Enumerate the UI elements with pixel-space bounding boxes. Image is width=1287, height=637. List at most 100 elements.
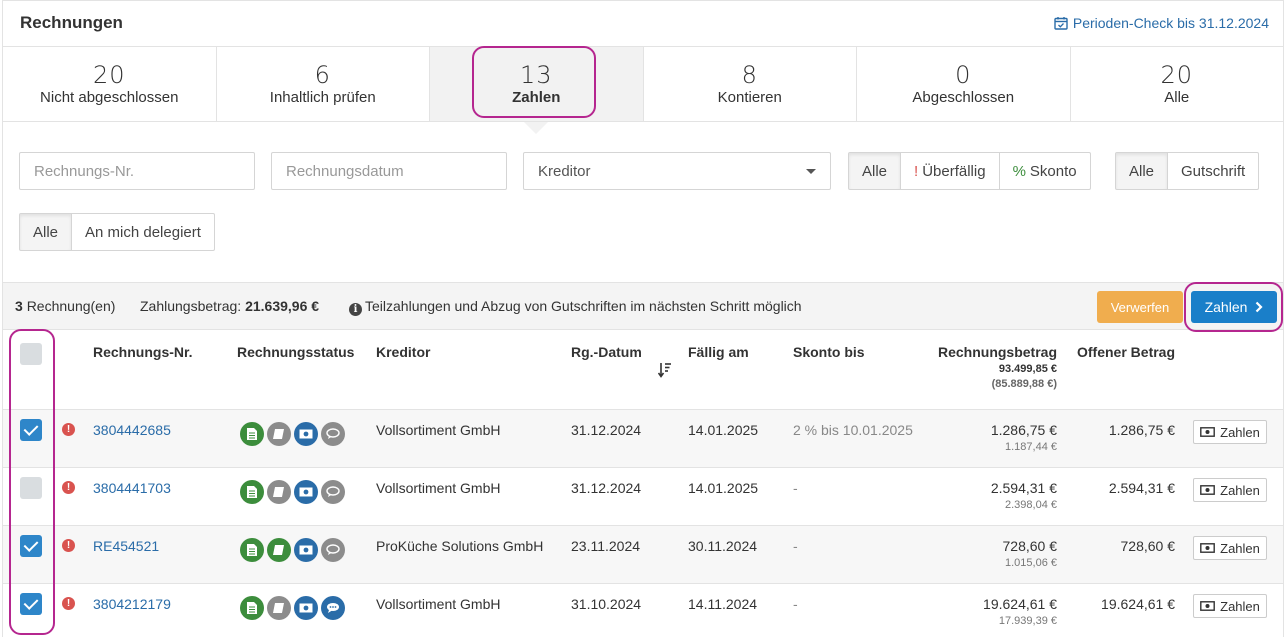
amount-total-sub: (85.889,88 €)	[991, 378, 1057, 390]
money-icon	[1200, 485, 1216, 495]
row-checkbox[interactable]	[20, 593, 42, 615]
open-amount: 1.286,75 €	[1108, 422, 1175, 438]
row-pay-button[interactable]: Zahlen	[1193, 420, 1267, 444]
document-icon[interactable]	[240, 480, 264, 504]
tab-alle[interactable]: 20 Alle	[1071, 47, 1284, 121]
row-checkbox[interactable]	[20, 535, 42, 557]
invoice-date: 31.12.2024	[571, 480, 642, 496]
tab-label: Alle	[1164, 89, 1190, 106]
percent-icon: %	[1012, 162, 1026, 180]
row-pay-button[interactable]: Zahlen	[1193, 478, 1267, 502]
discount-until: -	[793, 538, 798, 554]
type-filter-group: Alle Gutschrift	[1115, 152, 1260, 190]
sort-desc-icon[interactable]	[658, 362, 672, 378]
money-icon[interactable]	[294, 596, 318, 620]
invoice-number-link[interactable]: 3804442685	[93, 422, 171, 438]
filter-all-button[interactable]: Alle	[848, 152, 902, 190]
type-credit-button[interactable]: Gutschrift	[1167, 152, 1260, 190]
invoice-amount-sub: 2.398,04 €	[1005, 499, 1057, 511]
tab-count: 13	[519, 61, 553, 89]
tab-inhaltlich-pruefen[interactable]: 6 Inhaltlich prüfen	[217, 47, 430, 121]
invoice-date-input[interactable]: Rechnungsdatum	[271, 152, 507, 190]
invoice-table: Rechnungs-Nr. Rechnungsstatus Kreditor R…	[2, 330, 1284, 637]
creditor-name: Vollsortiment GmbH	[376, 422, 501, 438]
tab-label: Zahlen	[512, 89, 561, 106]
pay-button[interactable]: Zahlen	[1191, 291, 1277, 323]
col-header-invoice-no[interactable]: Rechnungs-Nr.	[93, 344, 193, 360]
creditor-name: Vollsortiment GmbH	[376, 480, 501, 496]
tab-label: Nicht abgeschlossen	[40, 89, 179, 106]
filter-discount-label: Skonto	[1029, 162, 1077, 180]
table-row[interactable]: ! 3804442685 Vollsortiment GmbH 31.12.20…	[3, 409, 1283, 467]
row-pay-button[interactable]: Zahlen	[1193, 594, 1267, 618]
row-checkbox[interactable]	[20, 477, 42, 499]
invoice-date: 31.12.2024	[571, 422, 642, 438]
col-header-amount-label: Rechnungsbetrag	[937, 344, 1057, 360]
tab-abgeschlossen[interactable]: 0 Abgeschlossen	[857, 47, 1071, 121]
filter-overdue-label: Überfällig	[922, 162, 986, 180]
document-icon[interactable]	[240, 596, 264, 620]
comment-icon[interactable]	[321, 538, 345, 562]
table-row[interactable]: ! RE454521 ProKüche Solutions GmbH 23.11…	[3, 525, 1283, 583]
info-text-label: Teilzahlungen und Abzug von Gutschriften…	[365, 298, 802, 314]
discard-button[interactable]: Verwerfen	[1097, 291, 1183, 323]
invoice-number-input[interactable]: Rechnungs-Nr.	[19, 152, 255, 190]
open-amount: 728,60 €	[1120, 538, 1176, 554]
tab-zahlen[interactable]: 13 Zahlen	[430, 47, 644, 134]
tab-kontieren[interactable]: 8 Kontieren	[644, 47, 857, 121]
book-icon[interactable]	[267, 596, 291, 620]
filter-overdue-button[interactable]: ! Überfällig	[900, 152, 1000, 190]
money-icon[interactable]	[294, 422, 318, 446]
payment-amount-value: 21.639,96 €	[245, 298, 320, 314]
exclamation-icon: !	[62, 481, 75, 494]
due-date: 14.01.2025	[688, 480, 759, 496]
discount-until: 2 % bis 10.01.2025	[793, 422, 913, 438]
pay-button-label: Zahlen	[1204, 299, 1248, 315]
due-date: 14.01.2025	[688, 422, 759, 438]
tab-nicht-abgeschlossen[interactable]: 20 Nicht abgeschlossen	[3, 47, 217, 121]
document-icon[interactable]	[240, 422, 264, 446]
comment-icon[interactable]	[321, 422, 345, 446]
book-icon[interactable]	[267, 422, 291, 446]
selection-count-suffix: Rechnung(en)	[26, 298, 116, 314]
row-pay-label: Zahlen	[1220, 424, 1260, 440]
tab-label: Abgeschlossen	[912, 89, 1015, 106]
table-row[interactable]: ! 3804212179 Vollsortiment GmbH 31.10.20…	[3, 583, 1283, 637]
document-icon[interactable]	[240, 538, 264, 562]
money-icon[interactable]	[294, 480, 318, 504]
invoice-amount-sub: 1.015,06 €	[1005, 557, 1057, 569]
row-pay-label: Zahlen	[1220, 482, 1260, 498]
amount-total: 93.499,85 €	[998, 363, 1057, 375]
delegate-all-button[interactable]: Alle	[19, 213, 73, 251]
creditor-select[interactable]: Kreditor	[523, 152, 831, 190]
invoice-status-icons	[240, 480, 345, 504]
col-header-open-amount[interactable]: Offener Betrag	[1077, 344, 1175, 360]
col-header-invoice-date[interactable]: Rg.-Datum	[571, 344, 642, 360]
row-pay-button[interactable]: Zahlen	[1193, 536, 1267, 560]
invoice-status-icons	[240, 422, 345, 446]
type-all-button[interactable]: Alle	[1115, 152, 1169, 190]
period-check-link[interactable]: Perioden-Check bis 31.12.2024	[1054, 15, 1269, 31]
due-date: 14.11.2024	[688, 596, 758, 612]
row-checkbox[interactable]	[20, 419, 42, 441]
money-icon[interactable]	[294, 538, 318, 562]
filter-discount-button[interactable]: % Skonto	[998, 152, 1091, 190]
col-header-amount[interactable]: Rechnungsbetrag 93.499,85 € (85.889,88 €…	[903, 344, 1057, 390]
select-all-checkbox[interactable]	[20, 343, 42, 365]
creditor-name: Vollsortiment GmbH	[376, 596, 501, 612]
invoice-number-link[interactable]: RE454521	[93, 538, 159, 554]
invoice-number-link[interactable]: 3804212179	[93, 596, 171, 612]
book-icon[interactable]	[267, 538, 291, 562]
book-icon[interactable]	[267, 480, 291, 504]
comment-icon[interactable]	[321, 480, 345, 504]
invoice-date: 31.10.2024	[571, 596, 642, 612]
delegate-me-button[interactable]: An mich delegiert	[71, 213, 215, 251]
invoice-number-link[interactable]: 3804441703	[93, 480, 171, 496]
invoice-date: 23.11.2024	[571, 538, 641, 554]
col-header-creditor[interactable]: Kreditor	[376, 344, 430, 360]
table-row[interactable]: ! 3804441703 Vollsortiment GmbH 31.12.20…	[3, 467, 1283, 525]
col-header-due[interactable]: Fällig am	[688, 344, 749, 360]
comment-icon[interactable]	[321, 596, 345, 620]
selection-count: 3 Rechnung(en)	[15, 298, 115, 314]
col-header-discount[interactable]: Skonto bis	[793, 344, 865, 360]
